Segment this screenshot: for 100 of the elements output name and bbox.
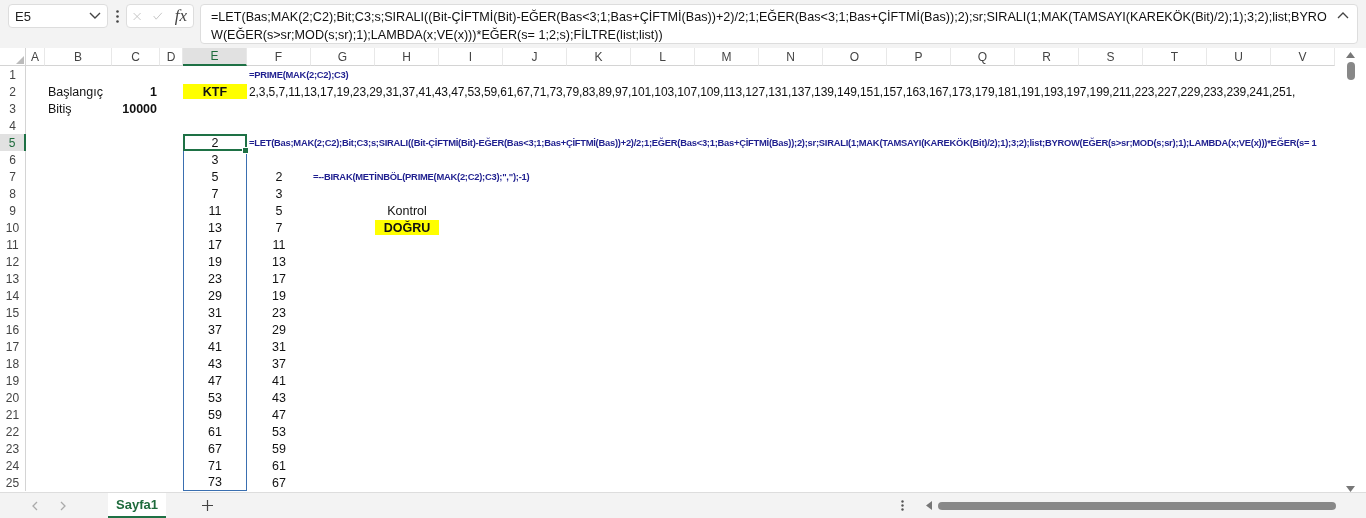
row-header[interactable]: 17 [0,338,26,355]
table-cell[interactable]: 1 [112,83,160,100]
table-cell[interactable]: 67 [183,440,247,457]
table-cell[interactable]: 67 [247,474,311,491]
table-cell[interactable]: 71 [183,457,247,474]
row-header[interactable]: 6 [0,151,26,168]
row-header[interactable]: 11 [0,236,26,253]
table-cell[interactable]: 7 [247,219,311,236]
table-cell[interactable]: 5 [183,168,247,185]
table-cell[interactable]: 19 [247,287,311,304]
column-header[interactable]: A [26,48,45,66]
column-header[interactable]: G [311,48,375,66]
table-cell[interactable]: 47 [183,372,247,389]
check-icon[interactable] [153,10,163,22]
row-header[interactable]: 23 [0,440,26,457]
column-header[interactable]: I [439,48,503,66]
formula-field[interactable]: =LET(Bas;MAK(2;C2);Bit;C3;s;SIRALI((Bit-ÇİFTMİ(Bit)-EĞER(Bas<3;1;Bas+ÇİFTMİ(Bas))+2)/2;1;EĞER(Bas<3;1;Bas+ÇİFTMİ(Bas));2);sr;SIRALI(1;MAK(TAMSAYI(KAREKÖK(Bit)/2);1);3;2);list;BYROW(EĞER(s>sr;MOD(s;sr);1);LAMBDA(x;VE(x)))*EĞER(s= 1;2;s);FİLTRE(list;list)) [200,4,1358,44]
row-header[interactable]: 15 [0,304,26,321]
column-header[interactable]: U [1207,48,1271,66]
table-cell[interactable]: =--BIRAK(METİNBÖL(PRIME(MAK(2;C2);C3);",");-1) [311,168,1335,185]
row-header[interactable]: 9 [0,202,26,219]
table-cell[interactable]: 31 [247,338,311,355]
column-header[interactable]: S [1079,48,1143,66]
collapse-icon[interactable] [1337,12,1349,19]
scroll-left-icon[interactable] [926,501,932,510]
fill-handle[interactable] [242,147,249,154]
table-cell[interactable]: 53 [183,389,247,406]
table-cell[interactable]: 17 [183,236,247,253]
scrollbar-thumb[interactable] [938,501,1336,510]
table-cell[interactable]: Bitiş [45,100,112,117]
row-header[interactable]: 22 [0,423,26,440]
table-cell[interactable]: 3 [183,151,247,168]
chevron-down-icon[interactable] [89,12,101,20]
row-header[interactable]: 14 [0,287,26,304]
table-cell[interactable]: 19 [183,253,247,270]
table-cell[interactable]: 3 [247,185,311,202]
column-header[interactable]: P [887,48,951,66]
sheet-tab[interactable]: Sayfa1 [108,493,166,518]
table-cell[interactable]: 37 [247,355,311,372]
row-header[interactable]: 19 [0,372,26,389]
table-cell[interactable]: 37 [183,321,247,338]
table-cell[interactable]: 7 [183,185,247,202]
column-header[interactable]: B [45,48,112,66]
row-header[interactable]: 25 [0,474,26,491]
row-header[interactable]: 21 [0,406,26,423]
row-header[interactable]: 24 [0,457,26,474]
table-cell[interactable]: 11 [247,236,311,253]
row-header[interactable]: 1 [0,66,26,83]
row-header[interactable]: 12 [0,253,26,270]
column-header[interactable]: K [567,48,631,66]
column-header[interactable]: L [631,48,695,66]
table-cell[interactable]: 59 [247,440,311,457]
table-cell[interactable]: 59 [183,406,247,423]
row-header[interactable]: 20 [0,389,26,406]
table-cell[interactable]: KTF [183,84,247,99]
more-icon[interactable] [115,9,119,23]
table-cell[interactable]: 2 [247,168,311,185]
row-header[interactable]: 7 [0,168,26,185]
table-cell[interactable]: 43 [247,389,311,406]
table-cell[interactable]: 23 [247,304,311,321]
table-cell[interactable]: 5 [247,202,311,219]
row-header[interactable]: 16 [0,321,26,338]
add-sheet-icon[interactable] [201,500,213,511]
table-cell[interactable]: 61 [247,457,311,474]
scroll-up-icon[interactable] [1346,52,1355,58]
column-header[interactable]: E [183,48,247,66]
table-cell[interactable]: 29 [247,321,311,338]
row-header[interactable]: 3 [0,100,26,117]
column-header[interactable]: D [160,48,183,66]
row-header[interactable]: 13 [0,270,26,287]
table-cell[interactable]: 13 [247,253,311,270]
table-cell[interactable]: 2 [183,134,247,151]
column-header[interactable]: F [247,48,311,66]
table-cell[interactable]: =LET(Bas;MAK(2;C2);Bit;C3;s;SIRALI((Bit-ÇİFTMİ(Bit)-EĞER(Bas<3;1;Bas+ÇİFTMİ(Bas))+2)/2;1;EĞER(Bas<3;1;Bas+ÇİFTMİ(Bas));2);sr;SIRALI(1;MAK(TAMSAYI(KAREKÖK(Bit)/2);1);3;2);list;BYROW(EĞER(s>sr;MOD(s;sr);1);LAMBDA(x;VE(x)))*EĞER(s= 1 [247,134,1335,151]
table-cell[interactable]: 31 [183,304,247,321]
row-header[interactable]: 8 [0,185,26,202]
scrollbar-thumb[interactable] [1346,62,1355,80]
table-cell[interactable]: 29 [183,287,247,304]
table-cell[interactable]: =PRIME(MAK(2;C2);C3) [247,66,1335,83]
insert-function-button[interactable]: fx [174,6,187,26]
table-cell[interactable]: 23 [183,270,247,287]
row-header[interactable]: 10 [0,219,26,236]
column-header[interactable]: Q [951,48,1015,66]
table-cell[interactable]: 43 [183,355,247,372]
table-cell[interactable]: 61 [183,423,247,440]
table-cell[interactable]: 11 [183,202,247,219]
name-box[interactable]: E5 [8,4,108,28]
row-header[interactable]: 18 [0,355,26,372]
column-header[interactable]: H [375,48,439,66]
row-header[interactable]: 2 [0,83,26,100]
table-cell[interactable]: 2,3,5,7,11,13,17,19,23,29,31,37,41,43,47,53,59,61,67,71,73,79,83,89,97,101,103,107,109,113,127,131,137,139,149,151,157,163,167,173,179,181,191,193,197,199,211,223,227,229,233,239,241,251, [247,83,1335,100]
column-header[interactable]: C [112,48,160,66]
table-cell[interactable]: 41 [183,338,247,355]
table-cell[interactable]: 53 [247,423,311,440]
table-cell[interactable]: 41 [247,372,311,389]
column-header[interactable]: T [1143,48,1207,66]
table-cell[interactable]: 13 [183,219,247,236]
table-cell[interactable]: DOĞRU [375,220,439,235]
table-cell[interactable]: 47 [247,406,311,423]
more-icon[interactable] [901,500,904,511]
